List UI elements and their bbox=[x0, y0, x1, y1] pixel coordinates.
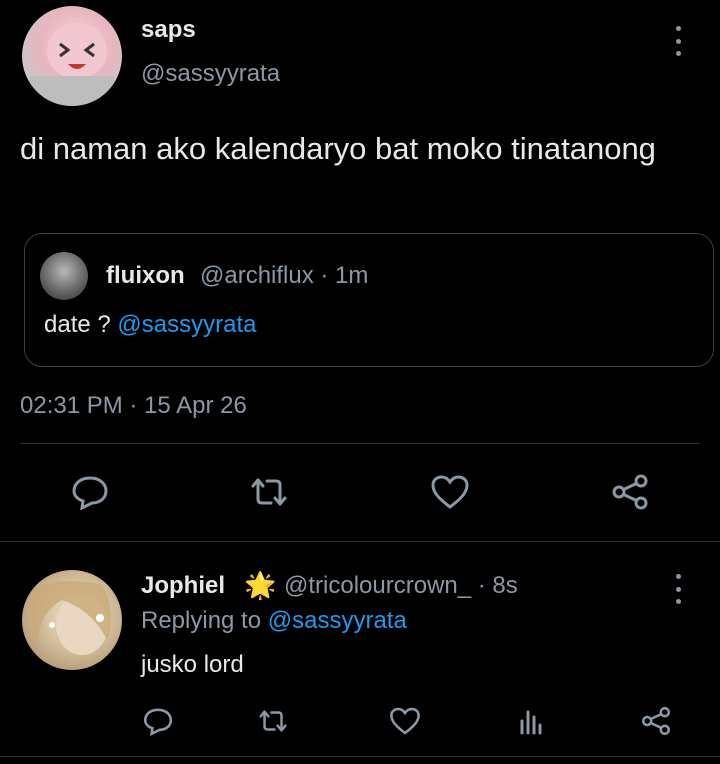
replying-to-line: Replying to @sassyyrata bbox=[141, 607, 407, 635]
reply-more-options-icon[interactable] bbox=[666, 574, 690, 604]
replying-to-prefix: Replying to bbox=[141, 607, 268, 634]
quoted-author-avatar bbox=[40, 252, 88, 300]
share-icon[interactable] bbox=[607, 472, 653, 512]
quoted-author-meta: @archiflux · 1m bbox=[200, 262, 369, 289]
star-badge-icon: 🌟 bbox=[244, 570, 277, 600]
quoted-tweet-card[interactable] bbox=[24, 233, 714, 367]
bottom-divider bbox=[0, 756, 720, 757]
divider bbox=[20, 443, 700, 444]
quoted-tweet-text: date ? @sassyyrata bbox=[44, 311, 256, 339]
author-handle[interactable]: @sassyyrata bbox=[141, 60, 280, 88]
reply-author-meta[interactable]: @tricolourcrown_ · 8s bbox=[284, 572, 518, 600]
replying-to-mention[interactable]: @sassyyrata bbox=[268, 607, 407, 634]
quoted-mention-link[interactable]: @sassyyrata bbox=[117, 311, 256, 338]
retweet-icon[interactable] bbox=[246, 472, 292, 512]
reply-text: jusko lord bbox=[141, 651, 244, 678]
author-avatar[interactable] bbox=[22, 6, 122, 106]
reply-avatar-illustration bbox=[30, 581, 112, 655]
more-options-icon[interactable] bbox=[666, 26, 690, 56]
reply-author-avatar[interactable] bbox=[22, 570, 122, 670]
author-display-name[interactable]: saps bbox=[141, 16, 196, 44]
reply-retweet-icon[interactable] bbox=[255, 704, 291, 738]
tweet-timestamp: 02:31 PM · 15 Apr 26 bbox=[20, 392, 247, 419]
like-icon[interactable] bbox=[427, 472, 473, 512]
reply-share-icon[interactable] bbox=[638, 704, 674, 738]
quoted-text-prefix: date ? bbox=[44, 311, 118, 338]
section-divider bbox=[0, 541, 720, 542]
quoted-author-name: fluixon bbox=[106, 262, 185, 289]
reply-like-icon[interactable] bbox=[387, 704, 423, 738]
reply-reply-icon[interactable] bbox=[140, 704, 176, 738]
reply-author-name[interactable]: Jophiel bbox=[141, 572, 225, 600]
reply-icon[interactable] bbox=[67, 472, 113, 512]
tweet-text: di naman ako kalendaryo bat moko tinatan… bbox=[20, 131, 656, 166]
avatar-illustration bbox=[30, 23, 114, 106]
analytics-icon[interactable] bbox=[513, 704, 549, 738]
